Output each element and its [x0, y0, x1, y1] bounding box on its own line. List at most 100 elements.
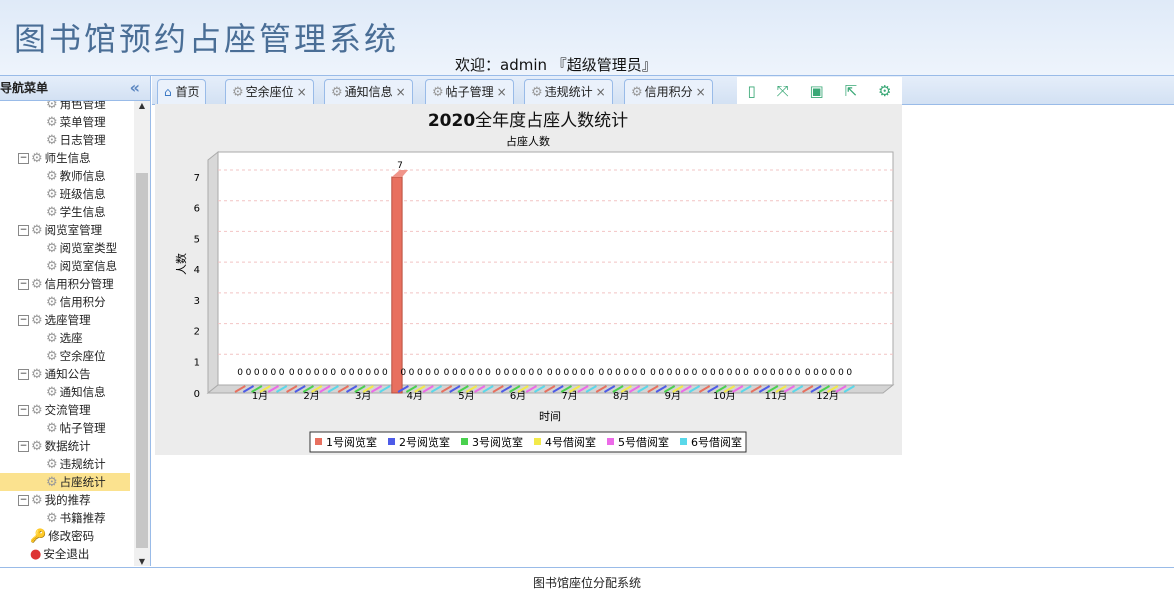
- sidebar-scrollbar[interactable]: ▲ ▼: [134, 101, 150, 566]
- data-label: 0: [365, 368, 371, 378]
- sidebar-item[interactable]: − ⚙ 我的推荐: [0, 491, 130, 509]
- sidebar-item[interactable]: ⚙ 日志管理: [0, 131, 130, 149]
- tab-4[interactable]: ⚙ 违规统计 ×: [524, 79, 613, 104]
- sidebar-item[interactable]: ⚙ 菜单管理: [0, 113, 130, 131]
- chart-toolbox: ▯ ⤧ ▣ ⇱ ⚙: [737, 77, 902, 105]
- collapse-toggle-icon[interactable]: −: [18, 153, 29, 164]
- data-label: 0: [735, 368, 741, 378]
- sidebar-item[interactable]: ⚙ 违规统计: [0, 455, 130, 473]
- sidebar-item[interactable]: ⚙ 帖子管理: [0, 419, 130, 437]
- data-label: 0: [838, 368, 844, 378]
- save-icon[interactable]: ▣: [810, 82, 824, 100]
- data-label: 0: [650, 368, 656, 378]
- sidebar-item[interactable]: ⚙ 信用积分: [0, 293, 130, 311]
- y-tick-label: 3: [194, 296, 200, 307]
- data-label: 0: [632, 368, 638, 378]
- tab-1[interactable]: ⚙ 空余座位 ×: [225, 79, 314, 104]
- sidebar-item[interactable]: − ⚙ 选座管理: [0, 311, 130, 329]
- sidebar-item[interactable]: ⚙ 书籍推荐: [0, 509, 130, 527]
- bar-chart: 2020全年度占座人数统计占座人数01234567人数1月0 0 0 0 0 02月0 0 0…: [175, 111, 895, 453]
- data-label: 0: [607, 368, 613, 378]
- app-header: 图书馆预约占座管理系统 欢迎：admin 『超级管理员』: [0, 0, 1174, 76]
- sidebar-item-label: 违规统计: [59, 457, 106, 471]
- data-label: 0: [667, 368, 673, 378]
- close-tab-icon[interactable]: ×: [596, 85, 606, 99]
- sidebar-item[interactable]: ⚙ 占座统计: [0, 473, 130, 491]
- sidebar-item[interactable]: ⚙ 阅览室类型: [0, 239, 130, 257]
- sidebar-item[interactable]: − ⚙ 通知公告: [0, 365, 130, 383]
- sidebar-item[interactable]: ● 安全退出: [0, 545, 130, 563]
- data-label: 0: [727, 368, 733, 378]
- sidebar-item[interactable]: − ⚙ 师生信息: [0, 149, 130, 167]
- data-label: 0: [357, 368, 363, 378]
- sidebar-item[interactable]: − ⚙ 信用积分管理: [0, 275, 130, 293]
- sidebar-item[interactable]: ⚙ 空余座位: [0, 347, 130, 365]
- close-tab-icon[interactable]: ×: [696, 85, 706, 99]
- sidebar-item[interactable]: ⚙ 选座: [0, 329, 130, 347]
- data-label: 0: [718, 368, 724, 378]
- data-label: 0: [452, 368, 458, 378]
- export-icon[interactable]: ⇱: [845, 82, 858, 100]
- sidebar-item[interactable]: ⚙ 通知信息: [0, 383, 130, 401]
- tab-2[interactable]: ⚙ 通知信息 ×: [324, 79, 413, 104]
- tab-label: 违规统计: [544, 85, 593, 99]
- x-axis-label: 时间: [539, 410, 561, 423]
- sidebar-item-label: 教师信息: [59, 169, 106, 183]
- collapse-toggle-icon[interactable]: −: [18, 441, 29, 452]
- tab-5[interactable]: ⚙ 信用积分 ×: [624, 79, 713, 104]
- settings-icon[interactable]: ⚙: [878, 82, 891, 100]
- gear-icon: ⚙: [31, 151, 43, 166]
- collapse-toggle-icon[interactable]: −: [18, 369, 29, 380]
- data-label: 0: [279, 368, 285, 378]
- collapse-toggle-icon[interactable]: −: [18, 279, 29, 290]
- sidebar-item-label: 我的推荐: [44, 493, 91, 507]
- gear-icon: ⚙: [46, 241, 58, 256]
- gear-icon: ⚙: [631, 85, 643, 100]
- data-label: 0: [409, 368, 415, 378]
- close-tab-icon[interactable]: ×: [297, 85, 307, 99]
- sidebar-item[interactable]: − ⚙ 阅览室管理: [0, 221, 130, 239]
- gear-icon: ⚙: [31, 313, 43, 328]
- y-tick-label: 0: [194, 389, 200, 400]
- legend-label: 5号借阅室: [618, 435, 669, 449]
- collapse-toggle-icon[interactable]: −: [18, 495, 29, 506]
- data-label: 0: [289, 368, 295, 378]
- data-label: 0: [262, 368, 268, 378]
- close-tab-icon[interactable]: ×: [396, 85, 406, 99]
- legend-swatch: [534, 438, 541, 445]
- mobile-icon[interactable]: ▯: [747, 82, 755, 100]
- sidebar-item-label: 阅览室类型: [59, 241, 118, 255]
- collapse-toggle-icon[interactable]: −: [18, 315, 29, 326]
- data-label: 0: [598, 368, 604, 378]
- sidebar-item[interactable]: 🔑 修改密码: [0, 527, 130, 545]
- data-label: 0: [520, 368, 526, 378]
- scrollbar-thumb[interactable]: [136, 173, 148, 548]
- sidebar-item[interactable]: ⚙ 学生信息: [0, 203, 130, 221]
- sidebar-item[interactable]: − ⚙ 交流管理: [0, 401, 130, 419]
- gear-icon: ⚙: [46, 385, 58, 400]
- sidebar-item[interactable]: ⚙ 班级信息: [0, 185, 130, 203]
- sidebar-item[interactable]: ⚙ 角色管理: [0, 101, 130, 113]
- sidebar-item[interactable]: ⚙ 教师信息: [0, 167, 130, 185]
- data-label: 0: [417, 368, 423, 378]
- sidebar-item[interactable]: ⚙ 阅览室信息: [0, 257, 130, 275]
- data-label: 0: [297, 368, 303, 378]
- chart-subtitle: 占座人数: [506, 134, 550, 148]
- legend-label: 3号阅览室: [472, 435, 523, 449]
- collapse-toggle-icon[interactable]: −: [18, 225, 29, 236]
- gear-icon: ⚙: [432, 85, 444, 100]
- data-label: 0: [702, 368, 708, 378]
- tab-0[interactable]: ⌂ 首页: [157, 79, 207, 104]
- fullscreen-icon[interactable]: ⤧: [777, 82, 789, 100]
- data-label: 0: [322, 368, 328, 378]
- sidebar-item-label: 角色管理: [59, 101, 106, 111]
- sidebar-item[interactable]: − ⚙ 数据统计: [0, 437, 130, 455]
- tab-3[interactable]: ⚙ 帖子管理 ×: [425, 79, 514, 104]
- collapse-toggle-icon[interactable]: −: [18, 405, 29, 416]
- tab-label: 通知信息: [344, 85, 393, 99]
- sidebar-item-label: 班级信息: [59, 187, 106, 201]
- gear-icon: ⚙: [46, 115, 58, 130]
- close-tab-icon[interactable]: ×: [497, 85, 507, 99]
- data-label: 0: [805, 368, 811, 378]
- collapse-sidebar-icon[interactable]: «: [130, 76, 140, 100]
